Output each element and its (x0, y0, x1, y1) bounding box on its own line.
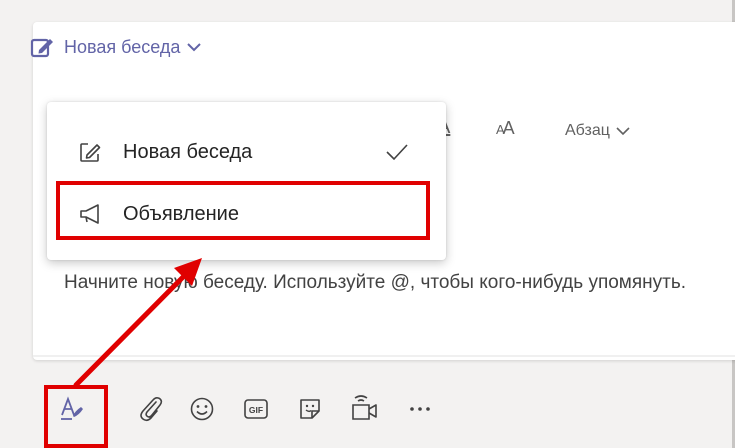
menu-item-new-conversation[interactable]: Новая беседа (47, 124, 446, 180)
font-size-button[interactable]: AA (496, 118, 515, 139)
font-size-glyph-large: A (502, 118, 515, 138)
emoji-button[interactable] (187, 394, 217, 424)
post-type-selector[interactable]: Новая беседа (30, 34, 202, 60)
gif-icon: GIF (244, 399, 268, 419)
font-size-glyph-small: A (496, 122, 505, 137)
compose-toolbar: GIF (0, 380, 735, 448)
video-camera-icon (352, 395, 377, 420)
checkmark-icon (386, 144, 408, 161)
chevron-down-icon (616, 127, 630, 136)
more-options-button[interactable] (405, 394, 435, 424)
paragraph-style-dropdown[interactable]: Абзац (565, 122, 630, 140)
more-icon (410, 407, 430, 411)
post-type-label: Новая беседа (64, 36, 181, 57)
edit-icon (30, 38, 53, 58)
compose-divider (33, 355, 735, 357)
menu-item-label: Объявление (123, 202, 239, 225)
format-icon (61, 396, 83, 420)
emoji-icon (190, 397, 214, 421)
edit-icon (80, 143, 101, 162)
menu-item-announcement[interactable]: Объявление (47, 186, 446, 242)
megaphone-icon (80, 204, 99, 224)
sticker-button[interactable] (295, 394, 325, 424)
chevron-down-icon (187, 43, 202, 52)
teams-compose-area: Новая беседа A AA Абзац Начните новую бе… (0, 0, 735, 448)
format-button[interactable] (57, 394, 87, 424)
menu-item-label: Новая беседа (123, 140, 253, 163)
meet-now-button[interactable] (350, 394, 380, 424)
attach-button[interactable] (136, 394, 166, 424)
sticker-icon (300, 399, 320, 419)
message-input[interactable]: Начните новую беседу. Используйте @, что… (64, 272, 724, 294)
gif-button[interactable]: GIF (241, 394, 271, 424)
paragraph-style-label: Абзац (565, 122, 610, 139)
paperclip-icon (140, 396, 163, 422)
gif-glyph: GIF (249, 405, 263, 415)
post-type-menu: Новая беседа Объявление (47, 102, 446, 260)
